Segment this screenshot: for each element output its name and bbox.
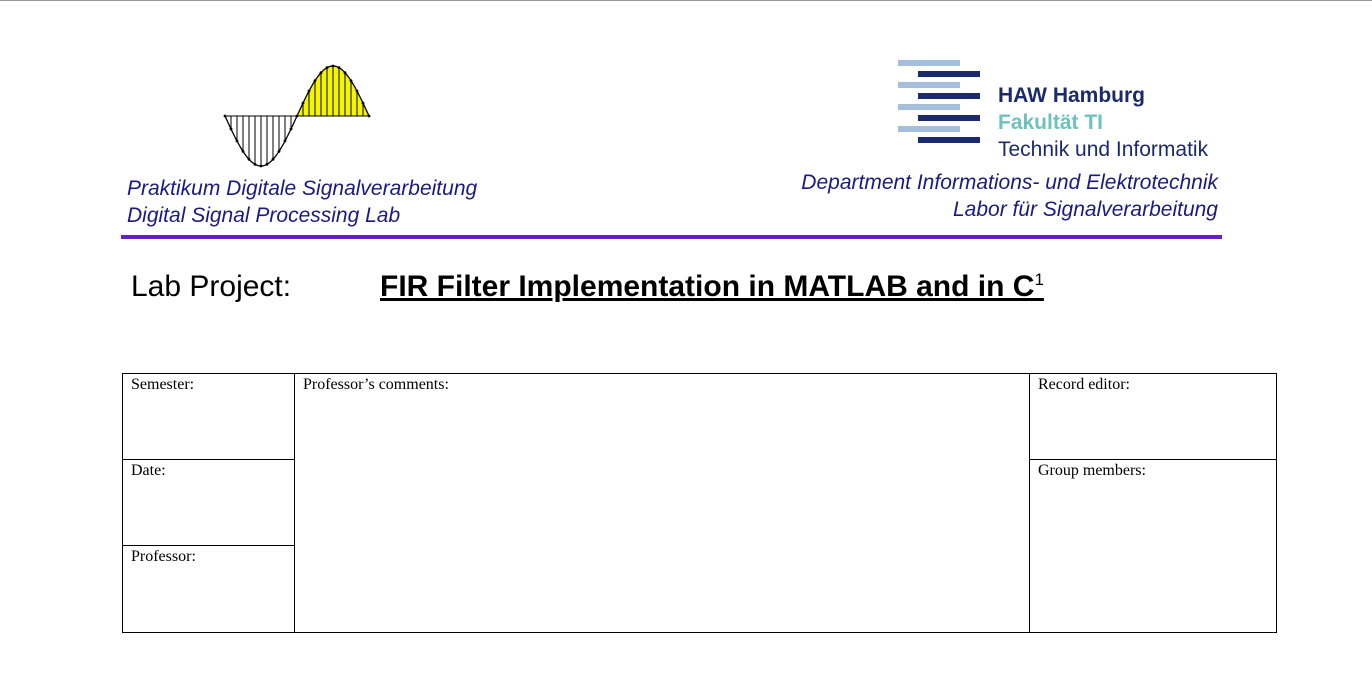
date-cell: Date:	[122, 459, 295, 546]
group-members-label: Group members:	[1038, 462, 1146, 479]
project-title-text: FIR Filter Implementation in MATLAB and …	[380, 270, 1035, 303]
lab-unit-name: Labor für Signalverarbeitung	[952, 198, 1218, 221]
lab-name-english: Digital Signal Processing Lab	[127, 204, 401, 227]
haw-logo-bars-icon	[898, 60, 980, 143]
project-title: FIR Filter Implementation in MATLAB and …	[380, 270, 1044, 304]
record-editor-label: Record editor:	[1038, 376, 1130, 393]
department-name: Department Informations- und Elektrotech…	[801, 171, 1218, 194]
top-border	[0, 0, 1372, 1]
professor-cell: Professor:	[122, 545, 295, 633]
professor-comments-cell: Professor’s comments:	[294, 373, 1030, 633]
semester-label: Semester:	[131, 376, 195, 393]
haw-logo-text: HAW Hamburg Fakultät TI Technik und Info…	[998, 82, 1208, 163]
professor-comments-label: Professor’s comments:	[303, 376, 449, 393]
lab-name-block: Praktikum Digitale Signalverarbeitung Di…	[127, 175, 477, 229]
header-divider	[121, 235, 1222, 239]
faculty-name: Fakultät TI	[998, 111, 1104, 134]
lab-name-german: Praktikum Digitale Signalverarbeitung	[127, 177, 478, 200]
footnote-marker: 1	[1034, 270, 1044, 289]
faculty-subtitle: Technik und Informatik	[998, 138, 1209, 161]
project-label: Lab Project:	[131, 270, 292, 303]
sine-wave-logo-icon	[223, 64, 371, 168]
department-block: Department Informations- und Elektrotech…	[801, 169, 1218, 223]
professor-label: Professor:	[131, 548, 196, 565]
cover-form-table: Semester: Professor’s comments: Record e…	[122, 373, 1277, 633]
university-name: HAW Hamburg	[998, 84, 1145, 107]
group-members-cell: Group members:	[1029, 459, 1277, 633]
record-editor-cell: Record editor:	[1029, 373, 1277, 460]
date-label: Date:	[131, 462, 166, 479]
semester-cell: Semester:	[122, 373, 295, 460]
